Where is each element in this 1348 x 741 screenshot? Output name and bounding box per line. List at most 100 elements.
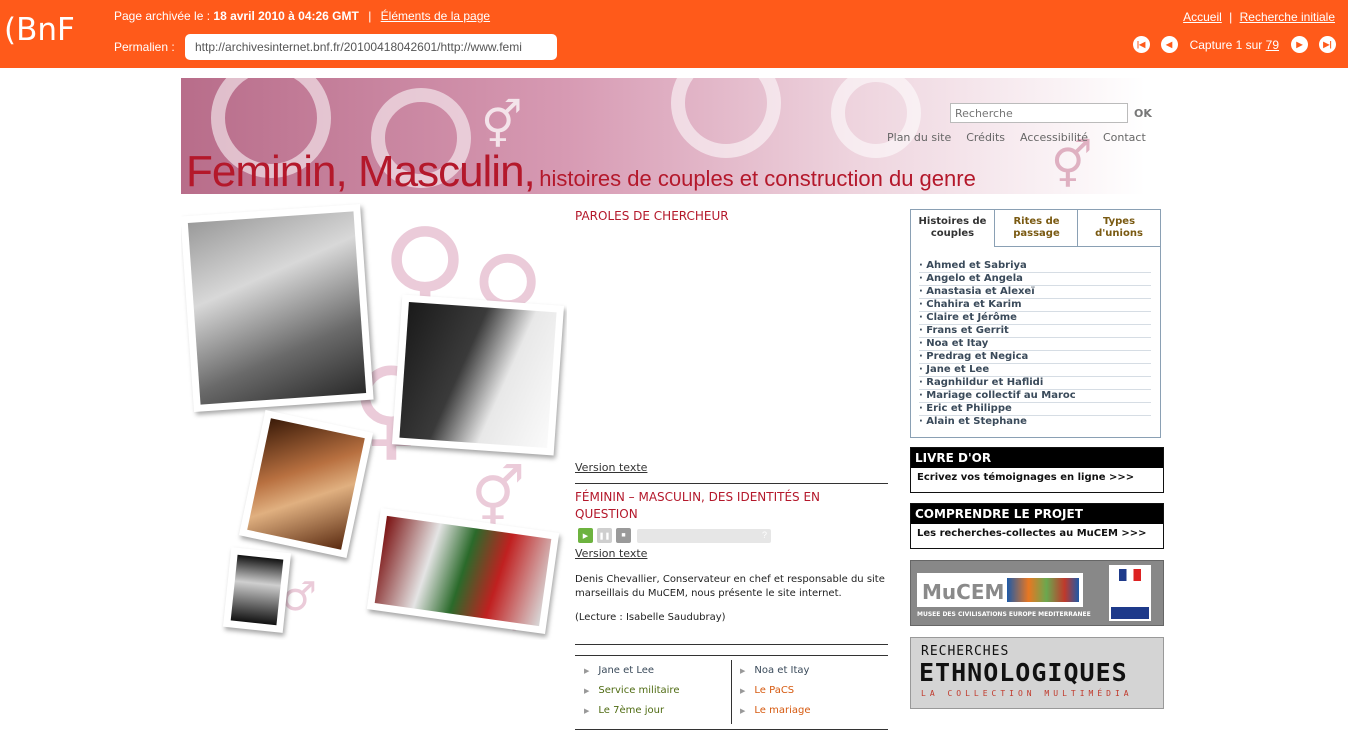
- bnf-logo[interactable]: (BnF: [4, 12, 75, 48]
- next-icon[interactable]: ▶: [1291, 36, 1308, 53]
- description-text: Denis Chevallier, Conservateur en chef e…: [575, 574, 885, 599]
- contact-link[interactable]: Contact: [1103, 131, 1146, 144]
- couple-link[interactable]: · Alain et Stephane: [919, 416, 1151, 429]
- play-icon[interactable]: ▶: [578, 528, 593, 543]
- arrow-icon: ▶: [740, 667, 746, 675]
- related-link-jane-lee[interactable]: ▶ Jane et Lee: [584, 665, 654, 676]
- player-help-icon[interactable]: ?: [762, 530, 767, 540]
- related-link-mariage[interactable]: ▶ Le mariage: [740, 705, 811, 716]
- couple-link[interactable]: · Chahira et Karim: [919, 299, 1151, 312]
- accessibility-link[interactable]: Accessibilité: [1020, 131, 1088, 144]
- couple-link[interactable]: · Anastasia et Alexeï: [919, 286, 1151, 299]
- audio-description: Denis Chevallier, Conservateur en chef e…: [575, 573, 885, 625]
- archive-date-line: Page archivée le : 18 avril 2010 à 04:26…: [114, 9, 490, 23]
- couple-link[interactable]: · Eric et Philippe: [919, 403, 1151, 416]
- divider: [575, 644, 888, 645]
- permalink-label: Permalien :: [114, 40, 175, 54]
- text-version-link[interactable]: Version texte: [575, 461, 647, 474]
- ministry-band: [1111, 607, 1149, 619]
- french-flag-icon: [1119, 569, 1141, 581]
- site-title-main: Feminin, Masculin,: [186, 147, 536, 196]
- related-link-pacs[interactable]: ▶ Le PaCS: [740, 685, 794, 696]
- related-link-7eme-jour[interactable]: ▶ Le 7ème jour: [584, 705, 664, 716]
- initial-search-link[interactable]: Recherche initiale: [1240, 10, 1335, 24]
- audio-player: ▶ ❚❚ ■ ?: [578, 528, 771, 543]
- pause-icon[interactable]: ❚❚: [597, 528, 612, 543]
- divider: [575, 483, 888, 484]
- rech-line3: LA COLLECTION MULTIMÉDIA: [921, 689, 1133, 698]
- previous-icon[interactable]: ◀: [1160, 36, 1178, 53]
- arrow-icon: ▶: [584, 707, 590, 715]
- couple-link[interactable]: · Angelo et Angela: [919, 273, 1151, 286]
- photo-wedding-couple: [391, 294, 565, 456]
- ministry-logo: [1109, 565, 1151, 621]
- couple-link[interactable]: · Ahmed et Sabriya: [919, 260, 1151, 273]
- couple-link[interactable]: · Frans et Gerrit: [919, 325, 1151, 338]
- audio-progress-bar[interactable]: ?: [637, 528, 771, 543]
- photo-figurines: [222, 547, 292, 633]
- tab-histoires-de-couples[interactable]: Histoires de couples: [911, 210, 995, 247]
- arrow-icon: ▶: [740, 707, 746, 715]
- capture-label: Capture 1 sur: [1189, 37, 1263, 52]
- capture-counter: Capture 1 sur 79: [1190, 38, 1279, 52]
- archive-links: Accueil | Recherche initiale: [1183, 10, 1335, 24]
- search-ok-button[interactable]: OK: [1134, 107, 1152, 120]
- related-link-service-militaire[interactable]: ▶ Service militaire: [584, 685, 679, 696]
- rech-line2: ETHNOLOGIQUES: [919, 658, 1128, 687]
- tab-types-unions[interactable]: Types d'unions: [1077, 210, 1160, 247]
- couples-list: · Ahmed et Sabriya · Angelo et Angela · …: [919, 260, 1151, 429]
- archive-toolbar: (BnF Page archivée le : 18 avril 2010 à …: [0, 0, 1348, 68]
- home-link[interactable]: Accueil: [1183, 10, 1222, 24]
- related-link-noa-itay[interactable]: ▶ Noa et Itay: [740, 665, 809, 676]
- text-version-link[interactable]: Version texte: [575, 547, 647, 560]
- related-links: ▶ Jane et Lee ▶ Service militaire ▶ Le 7ème…: [576, 660, 888, 724]
- couple-link[interactable]: · Mariage collectif au Maroc: [919, 390, 1151, 403]
- audio-title: FÉMININ – MASCULIN, DES IDENTITÉS EN QUE…: [575, 490, 821, 521]
- couple-link[interactable]: · Predrag et Negica: [919, 351, 1151, 364]
- reading-credit: (Lecture : Isabelle Saudubray): [575, 612, 726, 623]
- photo-collage: ♀ ♀ ♀ ⚥ ♂ ⚥: [181, 194, 567, 640]
- couple-link[interactable]: · Ragnhildur et Haflidi: [919, 377, 1151, 390]
- projet-title: COMPRENDRE LE PROJET: [911, 504, 1163, 524]
- researcher-section: PAROLES DE CHERCHEUR: [575, 209, 888, 223]
- site-title[interactable]: Feminin, Masculin, histoires de couples …: [186, 147, 976, 197]
- photo-bride: [238, 409, 374, 559]
- capture-total-link[interactable]: 79: [1266, 38, 1279, 52]
- couple-link[interactable]: · Noa et Itay: [919, 338, 1151, 351]
- last-icon[interactable]: ▶|: [1319, 36, 1336, 53]
- divider: [575, 655, 888, 656]
- mucem-mosaic-icon: [1007, 578, 1079, 602]
- divider: [575, 729, 888, 730]
- banner-decoration: [831, 78, 921, 158]
- gender-symbol-icon: ⚥: [1051, 138, 1093, 192]
- livre-dor-link[interactable]: Ecrivez vos témoignages en ligne >>>: [911, 468, 1163, 487]
- photo-ceremony: [366, 507, 560, 635]
- mucem-banner[interactable]: MuCEM MUSEE DES CIVILISATIONS EUROPE MED…: [910, 560, 1164, 626]
- couple-link[interactable]: · Claire et Jérôme: [919, 312, 1151, 325]
- mucem-caption: MUSEE DES CIVILISATIONS EUROPE MEDITERRA…: [917, 611, 1091, 618]
- stop-icon[interactable]: ■: [616, 528, 631, 543]
- tab-rites-de-passage[interactable]: Rites de passage: [994, 210, 1078, 247]
- sitemap-link[interactable]: Plan du site: [887, 131, 951, 144]
- projet-box[interactable]: COMPRENDRE LE PROJET Les recherches-coll…: [910, 503, 1164, 549]
- arrow-icon: ▶: [740, 687, 746, 695]
- section-title: PAROLES DE CHERCHEUR: [575, 209, 729, 223]
- couple-link[interactable]: · Jane et Lee: [919, 364, 1151, 377]
- page-elements-link[interactable]: Éléments de la page: [381, 9, 490, 23]
- banner-decoration: [671, 78, 781, 158]
- archived-label: Page archivée le :: [114, 9, 211, 23]
- permalink-field[interactable]: http://archivesinternet.bnf.fr/201004180…: [185, 34, 557, 60]
- site-title-sub: histoires de couples et construction du …: [539, 166, 976, 191]
- arrow-icon: ▶: [584, 687, 590, 695]
- arrow-icon: ▶: [584, 667, 590, 675]
- first-icon[interactable]: |◀: [1132, 36, 1150, 53]
- separator: |: [368, 9, 372, 23]
- livre-dor-title: LIVRE D'OR: [911, 448, 1163, 468]
- livre-dor-box[interactable]: LIVRE D'OR Ecrivez vos témoignages en li…: [910, 447, 1164, 493]
- projet-link[interactable]: Les recherches-collectes au MuCEM >>>: [911, 524, 1163, 543]
- stories-tab-panel: Histoires de couples Rites de passage Ty…: [910, 209, 1161, 438]
- recherches-ethnologiques-banner[interactable]: RECHERCHES ETHNOLOGIQUES LA COLLECTION M…: [910, 637, 1164, 709]
- site-search-input[interactable]: [950, 103, 1128, 123]
- credits-link[interactable]: Crédits: [966, 131, 1005, 144]
- rech-line1: RECHERCHES: [921, 644, 1010, 659]
